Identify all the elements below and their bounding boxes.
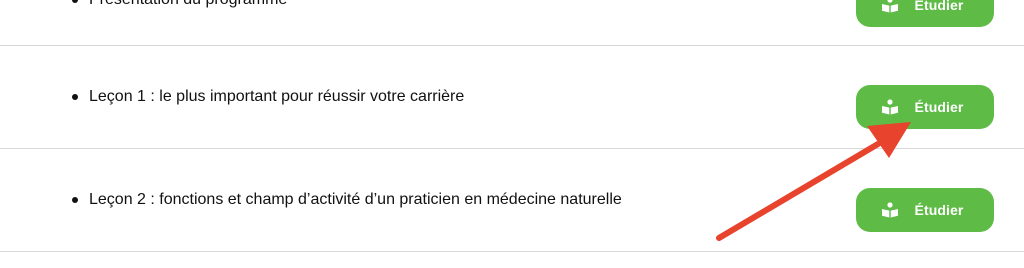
lesson-list: Présentation du programme Étudier Leçon … [0,0,1024,268]
study-button-label: Étudier [914,99,964,115]
divider [0,251,1024,252]
lesson-title: Présentation du programme [89,0,287,9]
lesson-item: Leçon 1 : le plus important pour réussir… [72,46,464,148]
open-book-reader-icon [881,99,899,115]
study-button[interactable]: Étudier [856,0,994,27]
lesson-row: Leçon 2 : fonctions et champ d’activité … [0,149,1024,251]
lesson-row: Présentation du programme Étudier [0,0,1024,45]
study-button-label: Étudier [914,202,964,218]
lesson-item: Présentation du programme [72,0,287,45]
study-button[interactable]: Étudier [856,85,994,129]
study-button-label: Étudier [914,0,964,13]
lesson-item: Leçon 2 : fonctions et champ d’activité … [72,149,622,251]
lesson-title: Leçon 1 : le plus important pour réussir… [89,88,465,105]
study-button[interactable]: Étudier [856,188,994,232]
open-book-reader-icon [881,0,899,13]
bullet [72,0,78,3]
lesson-row: Leçon 1 : le plus important pour réussir… [0,46,1024,148]
open-book-reader-icon [881,202,899,218]
bullet [72,197,78,203]
bullet [72,94,78,100]
lesson-title: Leçon 2 : fonctions et champ d’activité … [89,191,622,208]
